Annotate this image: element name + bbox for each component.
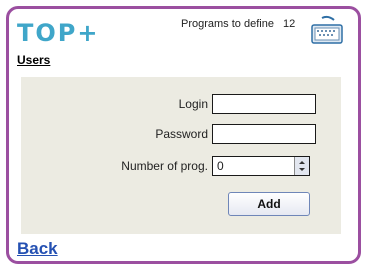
users-link[interactable]: Users [17,53,50,67]
keyboard-icon [311,15,343,44]
back-link[interactable]: Back [17,239,58,259]
app-frame: TOP+ Programs to define 12 Users Login P… [6,6,361,264]
password-input[interactable] [212,124,316,144]
user-form-panel: Login Password Number of prog. 0 Add [21,77,341,234]
login-label: Login [178,97,208,111]
password-label: Password [155,127,208,141]
stepper-arrows-icon [299,161,305,171]
app-logo: TOP+ [17,19,100,47]
number-of-prog-input[interactable]: 0 [212,156,310,176]
add-button[interactable]: Add [228,192,310,216]
programs-count: 12 [283,18,296,30]
number-of-prog-label: Number of prog. [121,159,208,173]
programs-to-define-status: Programs to define 12 [181,18,295,30]
keyboard-button[interactable] [310,15,344,45]
login-input[interactable] [212,94,316,114]
quantity-stepper[interactable] [294,157,309,175]
programs-label: Programs to define [181,18,274,30]
number-of-prog-value: 0 [217,159,224,173]
